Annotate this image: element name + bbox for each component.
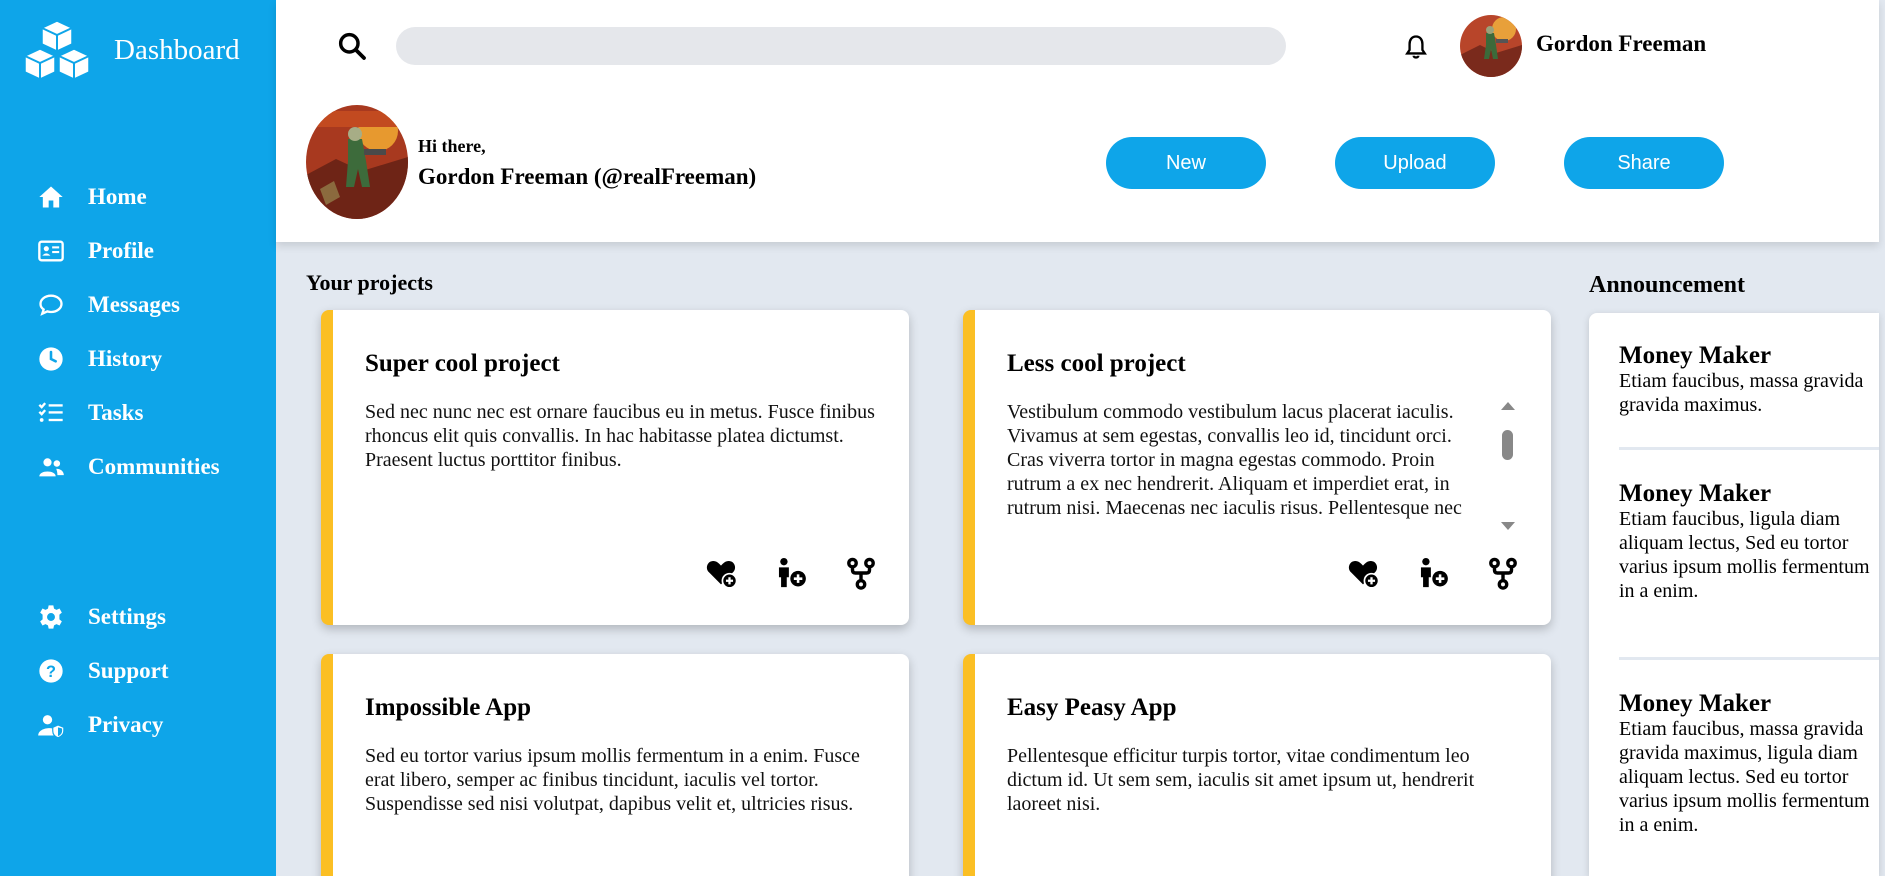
announcement-title: Announcement [1589, 272, 1746, 298]
greeting: Hi there, [418, 136, 486, 156]
project-description: Sed nec nunc nec est ornare faucibus eu … [365, 401, 875, 471]
profile-handle: Gordon Freeman (@realFreeman) [418, 164, 757, 189]
divider [1619, 657, 1879, 660]
user-name[interactable]: Gordon Freeman [1536, 31, 1706, 57]
sidebar-item-settings[interactable]: Settings [36, 590, 169, 644]
announcement-heading: Money Maker [1619, 342, 1772, 369]
sidebar-item-tasks[interactable]: Tasks [36, 386, 220, 440]
sidebar-item-label: Support [88, 658, 169, 683]
heart-plus-icon[interactable] [703, 555, 739, 591]
sidebar-item-history[interactable]: History [36, 332, 220, 386]
project-title: Impossible App [365, 694, 532, 721]
main-nav: Home Profile Messages History Tasks Comm… [36, 170, 220, 494]
clock-icon [36, 344, 66, 374]
announcement-body: Etiam faucibus, ligula diam aliquam lect… [1619, 508, 1870, 602]
announcement-body: Etiam faucibus, massa gravida gravida ma… [1619, 370, 1864, 416]
avatar[interactable] [1460, 15, 1522, 77]
scroll-down-arrow-icon[interactable] [1501, 522, 1515, 530]
fork-icon[interactable] [843, 555, 879, 591]
project-actions [703, 555, 909, 591]
cubes-icon [24, 20, 90, 80]
profile-avatar [306, 105, 408, 219]
announcement-panel: Money Maker Etiam faucibus, massa gravid… [1589, 313, 1879, 876]
users-icon [36, 452, 66, 482]
scrollbar-thumb[interactable] [1502, 430, 1513, 460]
bottom-nav: Settings ? Support Privacy [36, 590, 169, 752]
heart-plus-icon[interactable] [1345, 555, 1381, 591]
sidebar-item-label: Profile [88, 238, 154, 263]
sidebar-item-messages[interactable]: Messages [36, 278, 220, 332]
bell-icon[interactable] [1402, 32, 1430, 62]
project-title: Easy Peasy App [1007, 694, 1177, 721]
person-plus-icon[interactable] [773, 555, 809, 591]
project-card[interactable]: Impossible App Sed eu tortor varius ipsu… [321, 654, 909, 876]
sidebar-item-support[interactable]: ? Support [36, 644, 169, 698]
share-button[interactable]: Share [1564, 137, 1724, 189]
project-description: Sed eu tortor varius ipsum mollis fermen… [365, 745, 860, 815]
sidebar-item-home[interactable]: Home [36, 170, 220, 224]
search-icon[interactable] [336, 30, 368, 62]
new-button[interactable]: New [1106, 137, 1266, 189]
fork-icon[interactable] [1485, 555, 1521, 591]
announcement-item: Money Maker Etiam faucibus, ligula diam … [1619, 481, 1879, 603]
sidebar: Dashboard Home Profile Messages History [0, 0, 276, 876]
question-icon: ? [36, 656, 66, 686]
upload-button[interactable]: Upload [1335, 137, 1495, 189]
scroll-up-arrow-icon[interactable] [1501, 402, 1515, 410]
brand[interactable]: Dashboard [22, 19, 240, 81]
project-card[interactable]: Super cool project Sed nec nunc nec est … [321, 310, 909, 625]
brand-title: Dashboard [114, 33, 240, 66]
sidebar-item-label: Tasks [88, 400, 144, 425]
home-icon [36, 182, 66, 212]
project-title: Less cool project [1007, 350, 1186, 377]
person-plus-icon[interactable] [1415, 555, 1451, 591]
project-description-scroll[interactable]: Vestibulum commodo vestibulum lacus plac… [1007, 400, 1487, 544]
sidebar-item-label: Settings [88, 604, 166, 629]
announcement-heading: Money Maker [1619, 690, 1772, 717]
announcement-item: Money Maker Etiam faucibus, massa gravid… [1619, 691, 1879, 837]
project-actions [1345, 555, 1551, 591]
user-shield-icon [36, 710, 66, 740]
project-title: Super cool project [365, 350, 560, 377]
sidebar-item-profile[interactable]: Profile [36, 224, 220, 278]
sidebar-item-label: History [88, 346, 163, 371]
svg-text:?: ? [46, 663, 56, 681]
project-card[interactable]: Less cool project Vestibulum commodo ves… [963, 310, 1551, 625]
sidebar-item-communities[interactable]: Communities [36, 440, 220, 494]
sidebar-item-privacy[interactable]: Privacy [36, 698, 169, 752]
project-description: Pellentesque efficitur turpis tortor, vi… [1007, 745, 1475, 815]
sidebar-item-label: Privacy [88, 712, 164, 737]
project-description: Vestibulum commodo vestibulum lacus plac… [1007, 401, 1462, 519]
announcement-body: Etiam faucibus, massa gravida gravida ma… [1619, 718, 1870, 836]
sidebar-item-label: Messages [88, 292, 180, 317]
announcement-heading: Money Maker [1619, 480, 1772, 507]
scrollbar[interactable] [1497, 398, 1517, 538]
sidebar-item-label: Home [88, 184, 147, 209]
project-card[interactable]: Easy Peasy App Pellentesque efficitur tu… [963, 654, 1551, 876]
id-card-icon [36, 236, 66, 266]
gear-icon [36, 602, 66, 632]
task-list-icon [36, 398, 66, 428]
projects-title: Your projects [306, 270, 433, 295]
chat-bubble-icon [36, 290, 66, 320]
sidebar-item-label: Communities [88, 454, 220, 479]
announcement-item: Money Maker Etiam faucibus, massa gravid… [1619, 343, 1879, 417]
header: Gordon Freeman Hi there, Gordon Freeman … [276, 0, 1879, 242]
divider [1619, 447, 1879, 450]
search-input[interactable] [396, 27, 1286, 65]
